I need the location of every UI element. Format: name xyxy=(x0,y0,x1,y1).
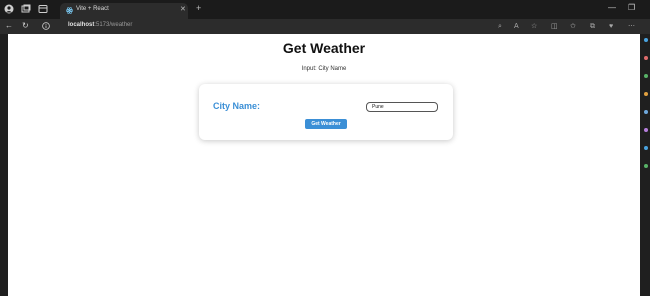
sidebar-app-icon[interactable] xyxy=(644,56,648,60)
restore-icon[interactable]: ❐ xyxy=(628,3,635,12)
tab-active[interactable]: Vite + React ✕ xyxy=(60,3,188,19)
weather-form-card: City Name: Get Weather xyxy=(199,84,453,140)
collections-icon[interactable]: ⧉ xyxy=(590,22,595,31)
page-title: Get Weather xyxy=(282,40,366,56)
city-input[interactable] xyxy=(366,102,438,112)
react-icon xyxy=(65,7,74,14)
zoom-icon[interactable]: ⌕ xyxy=(498,22,502,31)
sidebar-app-icon[interactable] xyxy=(644,38,648,42)
tab-title: Vite + React xyxy=(76,6,109,12)
city-name-label: City Name: xyxy=(213,101,261,111)
sidebar-app-icon[interactable] xyxy=(644,146,648,150)
sidebar-app-icon[interactable] xyxy=(644,92,648,96)
sidebar-app-icon[interactable] xyxy=(644,128,648,132)
favorite-star-icon[interactable]: ☆ xyxy=(531,22,537,31)
site-info-icon[interactable] xyxy=(42,22,50,33)
page-subtitle: Input: City Name xyxy=(301,66,347,72)
more-menu-icon[interactable]: ⋯ xyxy=(628,22,635,31)
workspaces-icon[interactable] xyxy=(21,4,31,14)
favorites-icon[interactable]: ✩ xyxy=(570,22,576,31)
tab-actions-icon[interactable] xyxy=(38,4,48,14)
sidebar-app-icon[interactable] xyxy=(644,110,648,114)
browser-tabstrip: Vite + React ✕ + — ❐ xyxy=(0,0,650,19)
split-screen-icon[interactable]: ◫ xyxy=(551,22,558,31)
add-sidebar-app-icon[interactable] xyxy=(644,164,648,168)
minimize-icon[interactable]: — xyxy=(608,3,616,12)
profile-icon[interactable] xyxy=(4,4,14,14)
edge-sidebar-rail xyxy=(641,34,650,296)
url-host: localhost xyxy=(68,22,95,28)
read-aloud-icon[interactable]: A xyxy=(514,22,519,31)
new-tab-icon[interactable]: + xyxy=(196,4,201,13)
sidebar-app-icon[interactable] xyxy=(644,74,648,78)
get-weather-button[interactable]: Get Weather xyxy=(305,119,347,129)
address-bar[interactable]: localhost:5173/weather xyxy=(68,22,132,28)
close-tab-icon[interactable]: ✕ xyxy=(180,5,186,13)
heart-icon[interactable]: ♥ xyxy=(609,22,613,31)
browser-toolbar: ← ↻ localhost:5173/weather ⌕ A ☆ ◫ ✩ ⧉ ♥… xyxy=(0,19,650,34)
page-viewport: Get Weather Input: City Name City Name: … xyxy=(8,34,640,296)
refresh-icon[interactable]: ↻ xyxy=(22,21,29,31)
url-path: :5173/weather xyxy=(94,22,133,28)
back-icon[interactable]: ← xyxy=(5,21,13,31)
